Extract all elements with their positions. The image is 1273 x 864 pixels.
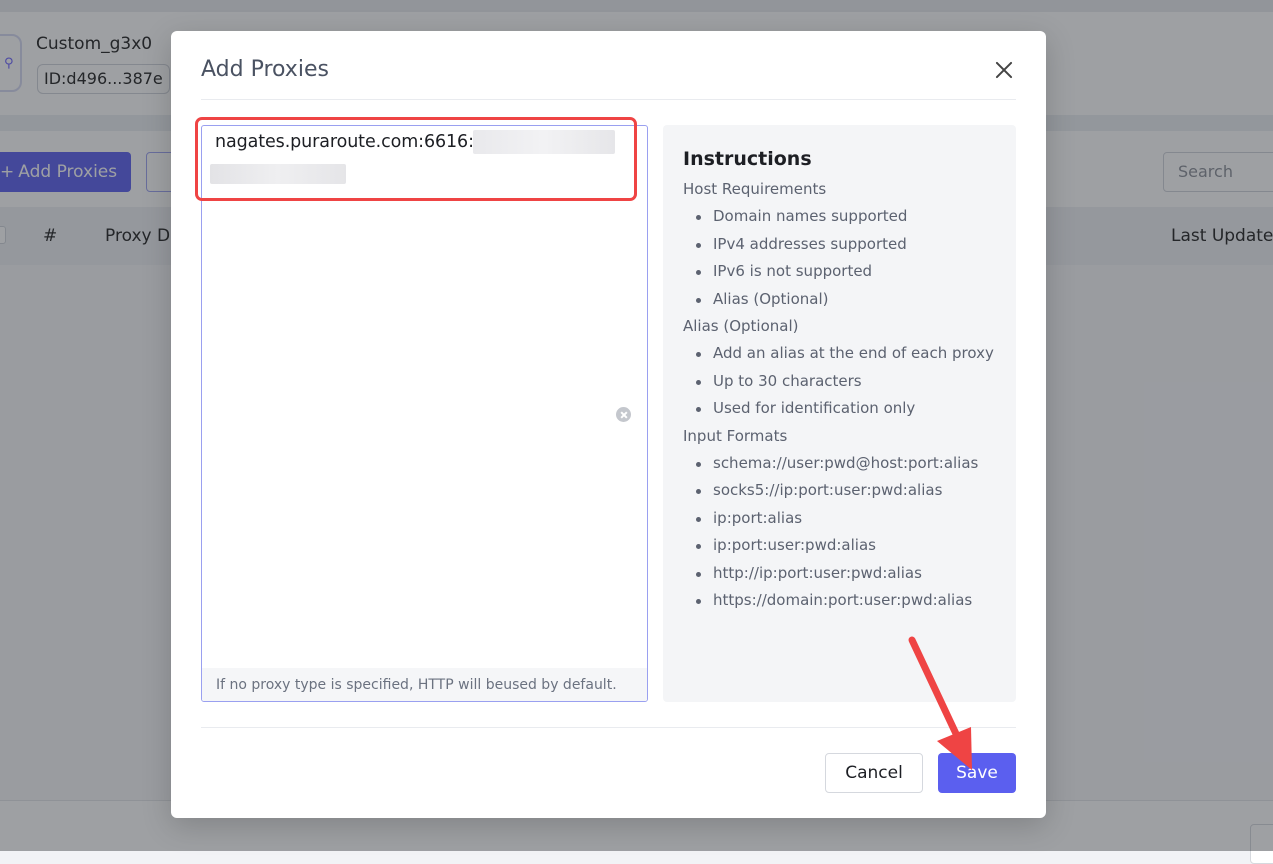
add-proxies-dialog: Add Proxies nagates.puraroute.com:6616: … [171,31,1046,818]
instructions-list-item: Add an alias at the end of each proxy [696,344,994,363]
proxy-input-text: nagates.puraroute.com:6616: [215,132,474,152]
instructions-title: Instructions [683,148,812,170]
proxy-type-hint: If no proxy type is specified, HTTP will… [202,668,647,701]
instructions-list-item: ip:port:user:pwd:alias [696,536,876,555]
dialog-title: Add Proxies [201,57,329,82]
instructions-list-item: IPv4 addresses supported [696,234,907,253]
instructions-section-heading: Input Formats [683,426,788,445]
instructions-section-heading: Alias (Optional) [683,317,799,335]
instructions-list-item: Used for identification only [695,399,916,418]
cancel-button[interactable]: Cancel [825,753,923,793]
instructions-list-item: Up to 30 characters [696,371,862,390]
redacted-credentials-line-2 [210,164,346,184]
instructions-section-heading: Host Requirements [683,180,827,198]
instructions-list-item: http://ip:port:user:pwd:alias [696,563,922,582]
instructions-panel: Instructions Host Requirements Domain nam… [663,125,1016,702]
instructions-list-item: https://domain:port:user:pwd:alias [695,591,973,609]
proxy-textarea[interactable]: nagates.puraroute.com:6616: If no proxy … [201,125,648,702]
redacted-credentials [473,130,615,154]
instructions-list-item: socks5://ip:port:user:pwd:alias [695,481,943,500]
instructions-list-item: ip:port:alias [695,508,803,527]
clear-icon[interactable] [616,407,631,422]
footer-divider [201,727,1016,728]
instructions-list-item: schema://user:pwd@host:port:alias [695,454,979,472]
close-icon[interactable] [991,57,1017,83]
title-divider [201,99,1016,100]
instructions-list-item: IPv6 is not supported [695,262,873,281]
instructions-list-item: Domain names supported [695,207,908,226]
save-button[interactable]: Save [938,753,1016,793]
instructions-list-item: Alias (Optional) [696,289,829,308]
